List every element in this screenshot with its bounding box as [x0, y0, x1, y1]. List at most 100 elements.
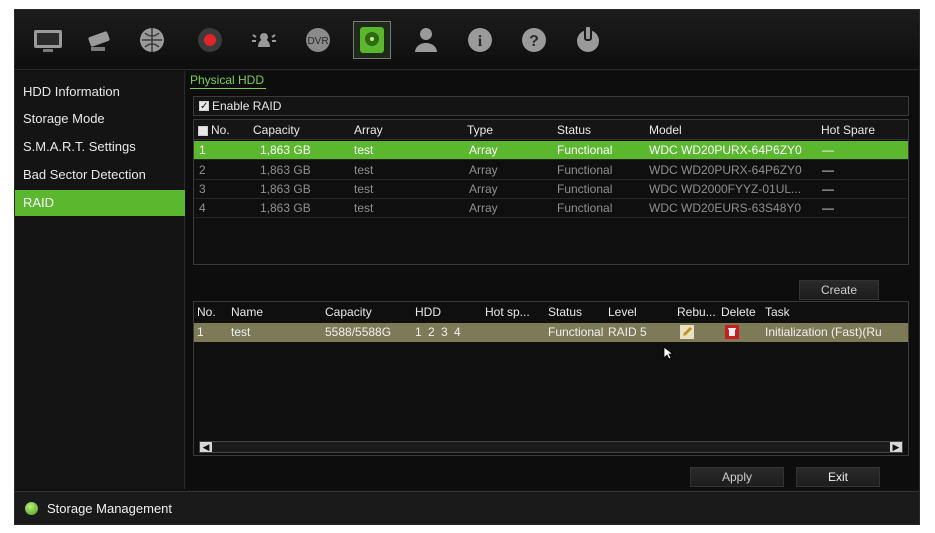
help-icon[interactable]: ?	[515, 21, 553, 59]
cell-array: test	[354, 163, 374, 177]
alarm-icon[interactable]	[245, 21, 283, 59]
network-icon[interactable]	[133, 21, 171, 59]
cell-array: test	[354, 201, 374, 215]
sidebar: HDD Information Storage Mode S.M.A.R.T. …	[15, 71, 185, 489]
device-icon[interactable]: DVR	[299, 21, 337, 59]
tab-physical-hdd[interactable]: Physical HDD	[190, 73, 267, 89]
cell-array: test	[354, 143, 374, 157]
cell-model: WDC WD2000FYYZ-01UL...	[649, 182, 802, 196]
exit-button[interactable]: Exit	[796, 467, 880, 487]
enable-raid-row[interactable]: Enable RAID	[193, 96, 909, 116]
monitor-icon[interactable]	[29, 21, 67, 59]
svg-text:DVR: DVR	[307, 36, 328, 47]
header-level: Level	[608, 305, 637, 319]
table-row[interactable]: 1 test 5588/5588G 1 2 3 4 Functional RAI…	[194, 323, 908, 342]
array-table: No. Name Capacity HDD Hot sp... Status L…	[193, 301, 909, 456]
cell-level: RAID 5	[608, 325, 647, 339]
cell-hot-spare: —	[822, 201, 834, 215]
status-bar: Storage Management	[15, 491, 919, 524]
horizontal-scrollbar[interactable]: ◀ ▶	[199, 441, 903, 453]
status-icon	[25, 502, 38, 515]
cell-type: Array	[469, 143, 498, 157]
cell-capacity: 1,863 GB	[260, 143, 311, 157]
table-row[interactable]: 2 1,863 GB test Array Functional WDC WD2…	[194, 161, 908, 180]
cell-array: test	[354, 182, 374, 196]
header-name: Name	[231, 305, 264, 319]
cell-no: 1	[199, 143, 206, 157]
header-no[interactable]	[198, 120, 211, 140]
status-label: Storage Management	[47, 501, 173, 516]
cell-model: WDC WD20EURS-63S48Y0	[649, 201, 802, 215]
cell-type: Array	[469, 163, 498, 177]
create-button[interactable]: Create	[799, 280, 879, 300]
rebuild-icon[interactable]	[680, 325, 694, 339]
header-status: Status	[548, 305, 583, 319]
sidebar-item-hdd-information[interactable]: HDD Information	[15, 79, 185, 105]
header-array: Array	[354, 123, 383, 137]
svg-text:i: i	[478, 33, 483, 50]
dvr-window: DVR i ? HDD Information Storage Mode S.M…	[14, 9, 920, 525]
table-row[interactable]: 1 1,863 GB test Array Functional WDC WD2…	[194, 141, 908, 160]
header-no: No.	[197, 305, 216, 319]
camera-icon[interactable]	[81, 21, 119, 59]
cell-hot-spare: —	[822, 143, 834, 157]
cell-task: Initialization (Fast)(Ru	[765, 325, 882, 339]
enable-raid-label: Enable RAID	[212, 99, 282, 113]
cell-capacity: 1,863 GB	[260, 201, 311, 215]
user-icon[interactable]	[407, 21, 445, 59]
cell-type: Array	[469, 182, 498, 196]
cell-capacity: 1,863 GB	[260, 182, 311, 196]
header-task: Task	[765, 305, 790, 319]
header-rebuild: Rebu...	[677, 305, 716, 319]
sidebar-item-raid[interactable]: RAID	[15, 190, 185, 216]
header-no-label: No.	[211, 123, 230, 137]
sidebar-item-bad-sector-detection[interactable]: Bad Sector Detection	[15, 162, 185, 188]
header-capacity: Capacity	[325, 305, 372, 319]
cell-no: 1	[197, 325, 204, 339]
header-hot-spare: Hot Spare	[821, 123, 876, 137]
cell-status: Functional	[557, 143, 613, 157]
cell-no: 4	[199, 201, 206, 215]
header-hdd: HDD	[415, 305, 441, 319]
header-model: Model	[649, 123, 682, 137]
cell-capacity: 1,863 GB	[260, 163, 311, 177]
apply-button[interactable]: Apply	[690, 467, 784, 487]
cell-type: Array	[469, 201, 498, 215]
svg-text:?: ?	[529, 33, 539, 50]
sidebar-item-storage-mode[interactable]: Storage Mode	[15, 106, 185, 132]
select-all-checkbox[interactable]	[198, 126, 208, 136]
header-capacity: Capacity	[253, 123, 300, 137]
delete-icon[interactable]	[725, 325, 739, 339]
cell-status: Functional	[548, 325, 604, 339]
sidebar-item-smart-settings[interactable]: S.M.A.R.T. Settings	[15, 134, 185, 160]
table-row[interactable]: 3 1,863 GB test Array Functional WDC WD2…	[194, 180, 908, 199]
cell-status: Functional	[557, 182, 613, 196]
enable-raid-checkbox[interactable]	[199, 98, 209, 116]
header-status: Status	[557, 123, 592, 137]
scroll-left-icon[interactable]: ◀	[200, 442, 212, 452]
cell-status: Functional	[557, 201, 613, 215]
hdd-table: No. Capacity Array Type Status Model Hot…	[193, 119, 909, 265]
table-header: No. Name Capacity HDD Hot sp... Status L…	[194, 302, 908, 322]
cell-no: 2	[199, 163, 206, 177]
cell-hot-spare: —	[822, 163, 834, 177]
hdd-icon[interactable]	[353, 21, 391, 59]
cell-hot-spare: —	[822, 182, 834, 196]
cell-model: WDC WD20PURX-64P6ZY0	[649, 143, 802, 157]
table-header: No. Capacity Array Type Status Model Hot…	[194, 120, 908, 140]
header-hot-spare: Hot sp...	[485, 305, 530, 319]
cell-capacity: 5588/5588G	[325, 325, 392, 339]
table-row[interactable]: 4 1,863 GB test Array Functional WDC WD2…	[194, 199, 908, 218]
scroll-right-icon[interactable]: ▶	[890, 442, 902, 452]
cell-model: WDC WD20PURX-64P6ZY0	[649, 163, 802, 177]
header-type: Type	[467, 123, 494, 137]
main-content: Physical HDD Enable RAID No. Capacity Ar…	[186, 71, 919, 489]
cell-name: test	[231, 325, 251, 339]
header-delete: Delete	[721, 305, 756, 319]
cell-hdd: 1 2 3 4	[415, 325, 461, 339]
info-icon[interactable]: i	[461, 21, 499, 59]
mouse-cursor-icon	[663, 346, 673, 360]
cell-no: 3	[199, 182, 206, 196]
record-icon[interactable]	[191, 21, 229, 59]
power-icon[interactable]	[569, 21, 607, 59]
